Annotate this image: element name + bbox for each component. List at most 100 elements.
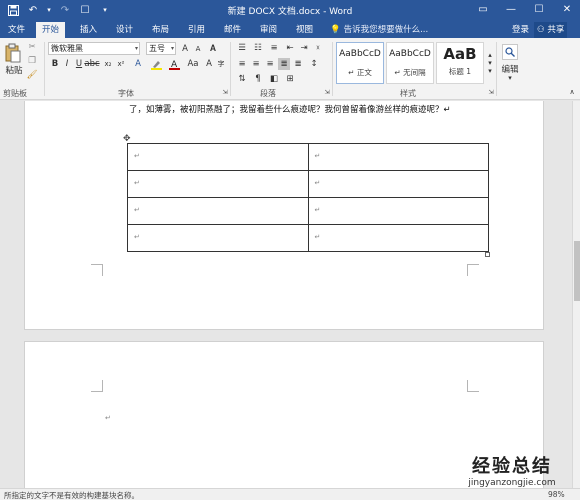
- cut-icon[interactable]: ✂: [27, 42, 37, 52]
- sign-in-link[interactable]: 登录: [512, 22, 529, 38]
- align-center-icon[interactable]: ≡: [250, 58, 262, 70]
- enclose-char-icon[interactable]: 字: [216, 58, 226, 70]
- crop-mark: [91, 380, 103, 392]
- numbering-icon[interactable]: ☷: [252, 42, 264, 54]
- status-message: 所指定的文字不是有效的构建基块名称。: [4, 491, 139, 500]
- tab-layout[interactable]: 布局: [146, 22, 175, 38]
- table-cell[interactable]: ↵: [307, 143, 489, 171]
- vertical-scrollbar[interactable]: [572, 101, 580, 488]
- clear-format-icon[interactable]: 𝐀: [208, 42, 218, 55]
- crop-mark: [467, 264, 479, 276]
- font-size-combo[interactable]: 五号 ▾: [146, 42, 176, 55]
- superscript-icon[interactable]: x²: [116, 58, 126, 70]
- paste-icon[interactable]: [4, 42, 22, 64]
- table-cell[interactable]: ↵: [127, 197, 309, 225]
- close-icon[interactable]: ✕: [560, 2, 574, 16]
- align-left-icon[interactable]: ≡: [236, 58, 248, 70]
- ribbon-tabs: 文件 开始 插入 设计 布局 引用 邮件 审阅 视图 💡 告诉我您想要做什么..…: [0, 20, 580, 38]
- table-cell[interactable]: ↵: [307, 224, 489, 252]
- styles-dialog-launcher-icon[interactable]: ⇲: [488, 88, 494, 96]
- font-dialog-launcher-icon[interactable]: ⇲: [222, 88, 228, 96]
- table-cell[interactable]: ↵: [127, 143, 309, 171]
- align-right-icon[interactable]: ≡: [264, 58, 276, 70]
- style-no-spacing[interactable]: AaBbCcD ↵ 无间隔: [386, 42, 434, 84]
- tab-home[interactable]: 开始: [36, 22, 66, 38]
- tab-design[interactable]: 设计: [110, 22, 139, 38]
- subscript-icon[interactable]: x₂: [103, 58, 113, 70]
- strikethrough-icon[interactable]: abc: [84, 58, 99, 70]
- text-effects-icon[interactable]: A: [132, 58, 144, 70]
- maximize-icon[interactable]: ☐: [532, 2, 546, 16]
- table-row: ↵ ↵: [127, 170, 489, 198]
- table-cell[interactable]: ↵: [127, 224, 309, 252]
- shading-icon[interactable]: ◧: [268, 73, 280, 85]
- tab-insert[interactable]: 插入: [74, 22, 103, 38]
- table-resize-handle[interactable]: [485, 252, 490, 257]
- char-shading-icon[interactable]: A: [204, 58, 214, 70]
- highlight-icon[interactable]: [150, 58, 162, 70]
- line-spacing-icon[interactable]: ↕: [308, 58, 320, 70]
- style-heading-1[interactable]: AaB 标题 1: [436, 42, 484, 84]
- paragraph-mark[interactable]: ↵: [105, 414, 111, 422]
- format-painter-icon[interactable]: 🖌: [27, 70, 38, 80]
- title-bar: ↶ ▾ ↷ ☐ ▾ 新建 DOCX 文档.docx - Word ▭ — ☐ ✕: [0, 0, 580, 20]
- borders-icon[interactable]: ⊞: [284, 73, 296, 85]
- justify-icon[interactable]: ≣: [278, 58, 290, 70]
- shrink-font-icon[interactable]: A: [193, 42, 203, 55]
- watermark-url: jingyanzongjie.com: [468, 478, 556, 488]
- user-icon: ⚇: [537, 25, 545, 35]
- minimize-icon[interactable]: —: [504, 2, 518, 16]
- document-table[interactable]: ↵ ↵ ↵ ↵ ↵ ↵ ↵ ↵: [127, 143, 489, 252]
- bold-icon[interactable]: B: [50, 58, 60, 70]
- grow-font-icon[interactable]: A: [180, 42, 190, 55]
- style-sample: AaB: [443, 45, 477, 63]
- editing-button[interactable]: 编辑: [500, 64, 520, 75]
- copy-icon[interactable]: ❐: [27, 56, 37, 66]
- decrease-indent-icon[interactable]: ⇤: [284, 42, 296, 54]
- table-cell[interactable]: ↵: [307, 197, 489, 225]
- status-bar: 所指定的文字不是有效的构建基块名称。 98%: [0, 488, 580, 500]
- scrollbar-thumb[interactable]: [574, 241, 580, 301]
- table-cell[interactable]: ↵: [127, 170, 309, 198]
- ribbon-display-icon[interactable]: ▭: [476, 2, 490, 16]
- styles-scroll-icon[interactable]: ▴ ▾ ▾: [486, 42, 494, 84]
- underline-icon[interactable]: U: [74, 58, 84, 70]
- italic-icon[interactable]: I: [62, 58, 72, 70]
- sort-icon[interactable]: ⇅: [236, 73, 248, 85]
- tab-references[interactable]: 引用: [182, 22, 211, 38]
- chinese-layout-icon[interactable]: ☓: [312, 42, 324, 54]
- chevron-down-icon: ▾: [170, 45, 174, 52]
- font-name-combo[interactable]: 微软雅黑 ▾: [48, 42, 140, 55]
- style-normal[interactable]: AaBbCcD ↵ 正文: [336, 42, 384, 84]
- collapse-ribbon-icon[interactable]: ∧: [568, 88, 576, 96]
- font-color-icon[interactable]: A: [168, 58, 180, 70]
- style-name: ↵ 无间隔: [394, 68, 426, 77]
- clipboard-group-label: 剪贴板: [3, 89, 27, 98]
- change-case-icon[interactable]: Aa: [186, 58, 200, 70]
- tab-review[interactable]: 审阅: [254, 22, 283, 38]
- distributed-icon[interactable]: ≣: [292, 58, 304, 70]
- lightbulb-icon: 💡: [330, 25, 341, 35]
- multilevel-list-icon[interactable]: ≡: [268, 42, 280, 54]
- search-icon[interactable]: [502, 44, 518, 60]
- body-text-line[interactable]: 了，如薄雾，被初阳蒸融了；我留着些什么痕迹呢？我何曾留着像游丝样的痕迹呢？↵: [129, 103, 451, 115]
- show-marks-icon[interactable]: ¶: [252, 73, 264, 85]
- table-row: ↵ ↵: [127, 197, 489, 225]
- bullets-icon[interactable]: ☰: [236, 42, 248, 54]
- page-1[interactable]: 了，如薄雾，被初阳蒸融了；我留着些什么痕迹呢？我何曾留着像游丝样的痕迹呢？↵ ✥…: [24, 101, 544, 330]
- zoom-level[interactable]: 98%: [548, 490, 565, 499]
- tab-file[interactable]: 文件: [2, 22, 31, 38]
- paragraph-dialog-launcher-icon[interactable]: ⇲: [324, 88, 330, 96]
- chevron-down-icon[interactable]: ▾: [506, 74, 514, 82]
- crop-mark: [467, 380, 479, 392]
- style-sample: AaBbCcD: [389, 49, 431, 59]
- increase-indent-icon[interactable]: ⇥: [298, 42, 310, 54]
- paste-button[interactable]: 粘贴: [3, 65, 25, 76]
- tell-me-box[interactable]: 💡 告诉我您想要做什么...: [330, 22, 428, 38]
- font-group-label: 字体: [118, 89, 134, 98]
- tab-mailings[interactable]: 邮件: [218, 22, 247, 38]
- table-cell[interactable]: ↵: [307, 170, 489, 198]
- share-button[interactable]: ⚇ 共享: [534, 22, 568, 38]
- document-area[interactable]: 了，如薄雾，被初阳蒸融了；我留着些什么痕迹呢？我何曾留着像游丝样的痕迹呢？↵ ✥…: [0, 101, 572, 488]
- tab-view[interactable]: 视图: [290, 22, 319, 38]
